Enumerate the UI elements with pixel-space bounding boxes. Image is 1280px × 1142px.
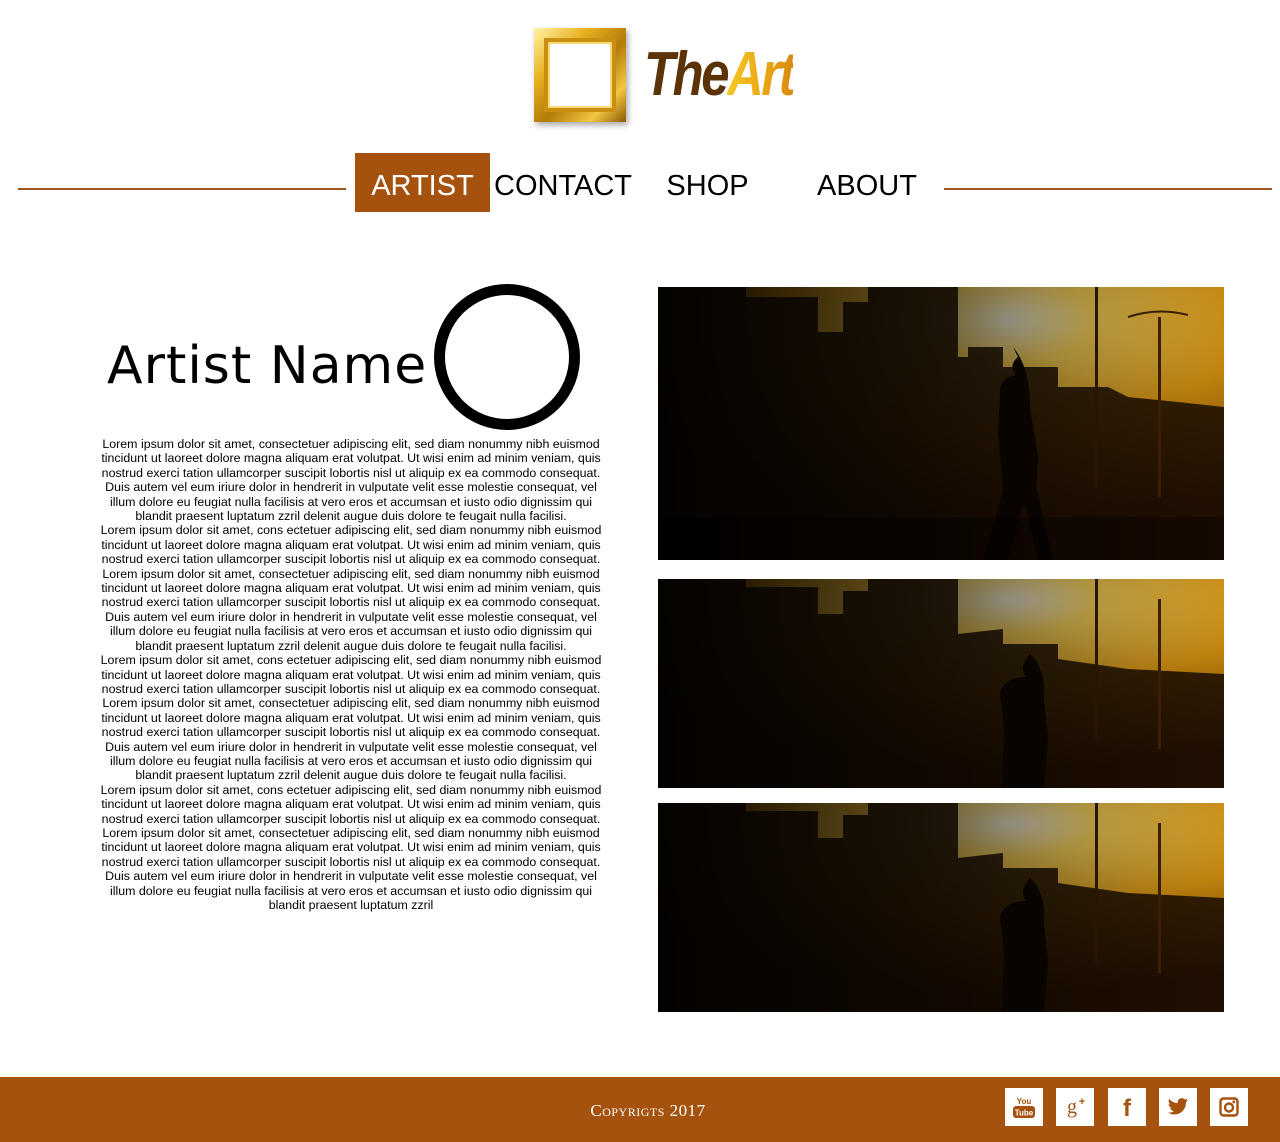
artist-bio: Lorem ipsum dolor sit amet, consectetuer…	[98, 437, 604, 1003]
svg-text:+: +	[1079, 1096, 1085, 1108]
gallery-photo-1[interactable]	[658, 287, 1224, 560]
nav-item-contact[interactable]: CONTACT	[494, 153, 632, 212]
nav-divider-right	[944, 188, 1272, 190]
bio-paragraph: Lorem ipsum dolor sit amet, consectetuer…	[101, 696, 601, 783]
bio-paragraph: Lorem ipsum dolor sit amet, consectetuer…	[101, 825, 601, 912]
nav-item-artist[interactable]: ARTIST	[355, 153, 490, 212]
gallery-photo-3[interactable]	[658, 803, 1224, 1012]
brand-wordmark: TheArt	[644, 40, 796, 109]
google-plus-icon[interactable]: g +	[1056, 1088, 1094, 1126]
nav-item-about[interactable]: ABOUT	[805, 153, 929, 212]
svg-text:f: f	[1123, 1095, 1132, 1120]
youtube-icon[interactable]: You Tube	[1005, 1088, 1043, 1126]
facebook-icon[interactable]: f	[1108, 1088, 1146, 1126]
artist-avatar	[434, 284, 580, 430]
bio-paragraph: Lorem ipsum dolor sit amet, consectetuer…	[101, 566, 601, 653]
bio-paragraph: Lorem ipsum dolor sit amet, cons ectetue…	[100, 782, 602, 826]
picture-frame-icon	[534, 28, 626, 122]
bio-paragraph: Lorem ipsum dolor sit amet, cons ectetue…	[100, 653, 602, 696]
footer: Copyrigts 2017 You Tube g + f	[0, 1077, 1280, 1142]
logo[interactable]: TheArt	[532, 26, 832, 126]
copyright-text: Copyrigts 2017	[590, 1101, 706, 1120]
artist-name: Artist Name	[107, 336, 428, 396]
svg-text:g: g	[1067, 1096, 1077, 1118]
gallery-photo-2[interactable]	[658, 579, 1224, 788]
twitter-icon[interactable]	[1159, 1088, 1197, 1126]
nav-divider-left	[18, 188, 346, 190]
bio-paragraph: Lorem ipsum dolor sit amet, consectetuer…	[101, 437, 601, 524]
svg-text:Tube: Tube	[1015, 1109, 1034, 1118]
svg-text:You: You	[1017, 1097, 1032, 1106]
nav-item-shop[interactable]: SHOP	[650, 153, 765, 212]
instagram-icon[interactable]	[1210, 1088, 1248, 1126]
bio-paragraph: Lorem ipsum dolor sit amet, cons ectetue…	[100, 523, 602, 567]
